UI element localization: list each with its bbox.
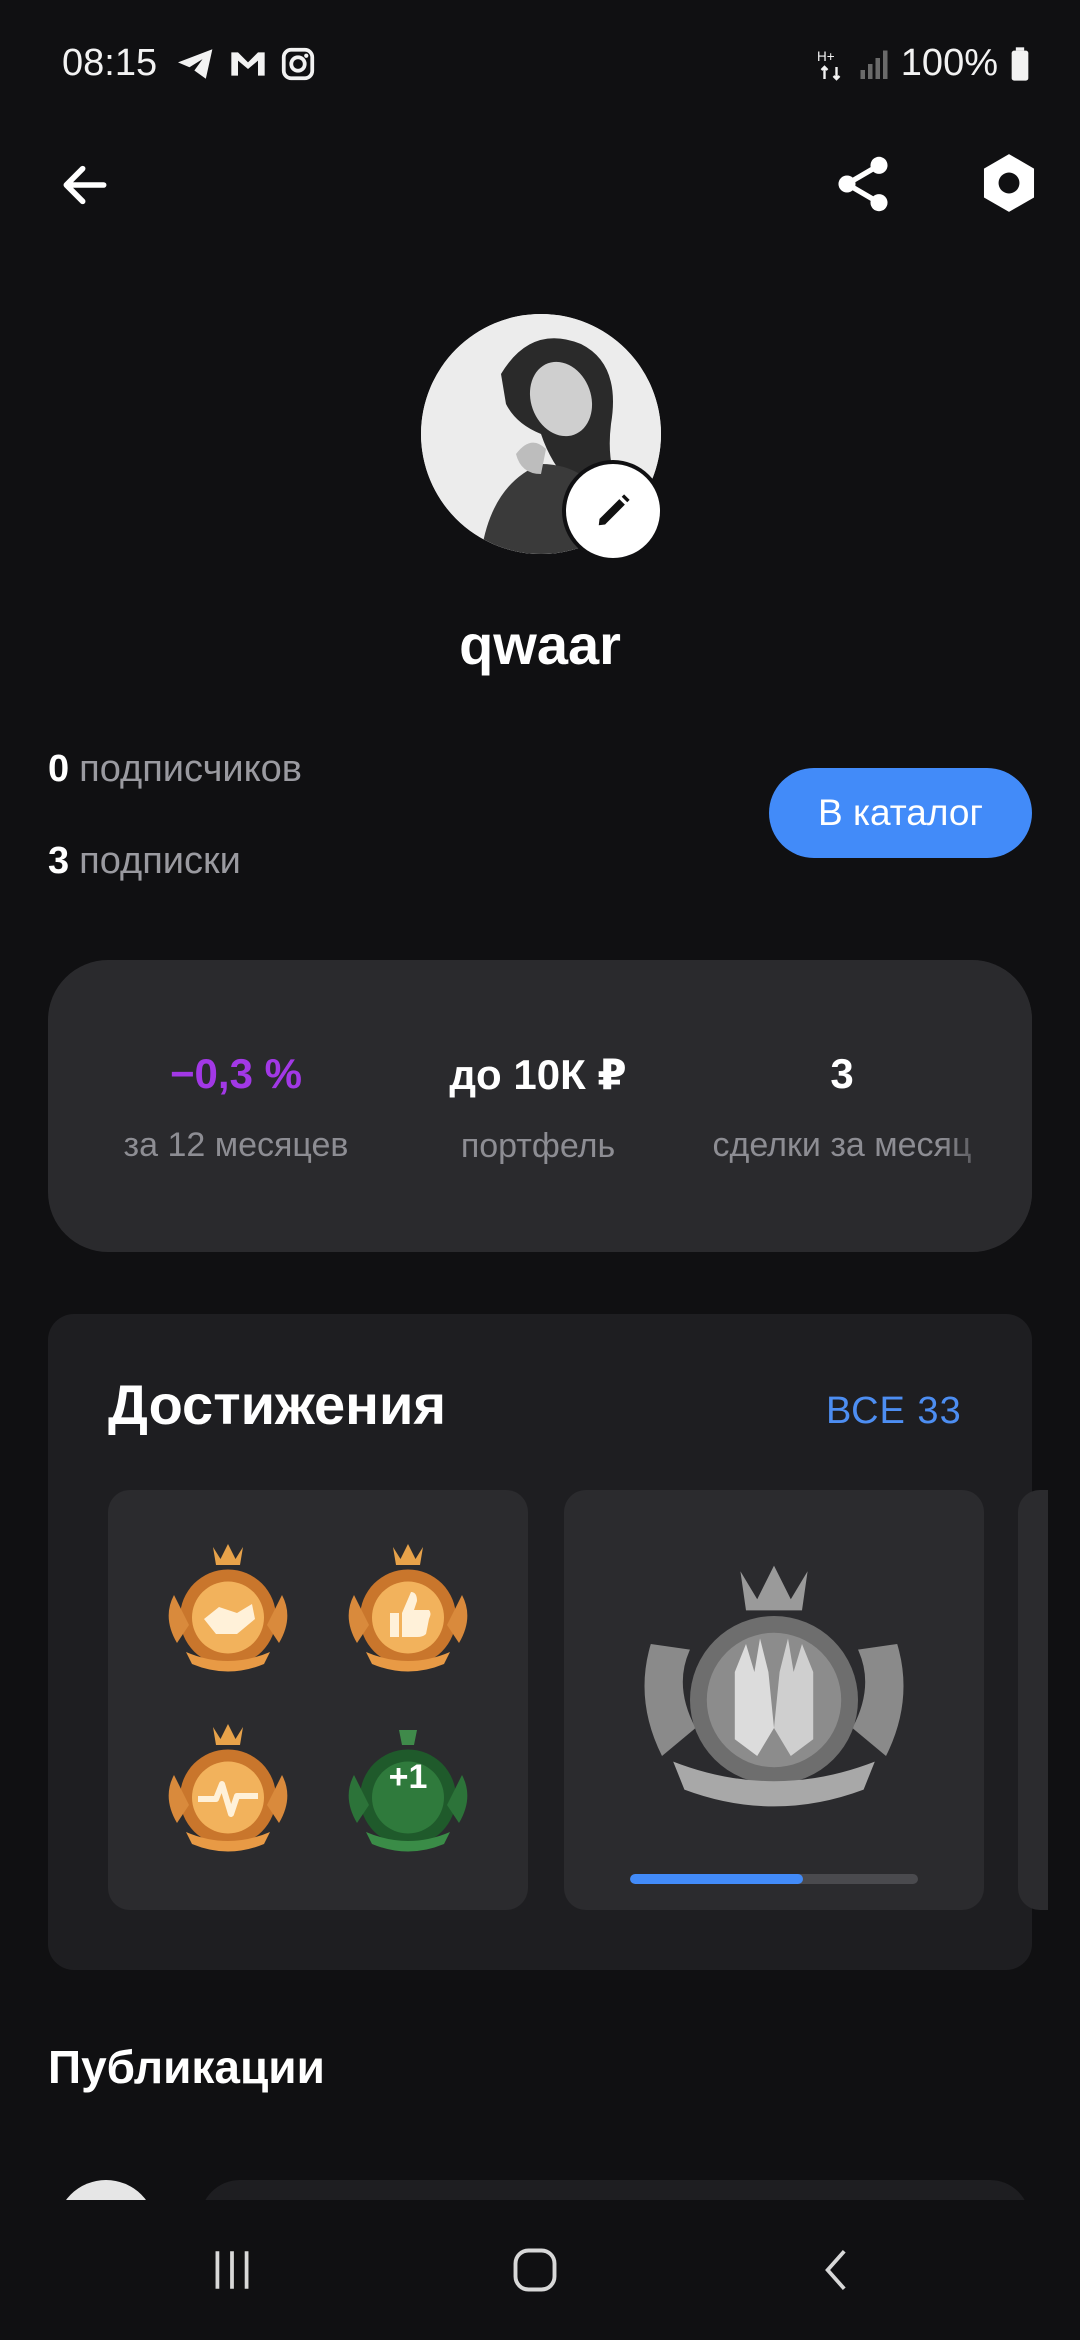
signal-icon <box>860 50 888 79</box>
achievements-title: Достижения <box>108 1373 447 1436</box>
telegram-icon <box>178 49 213 79</box>
stat-portfolio-label: портфель <box>460 1127 616 1165</box>
thumbs-up-badge-icon <box>348 1544 468 1672</box>
recent-apps-button[interactable] <box>177 2230 287 2310</box>
pencil-icon <box>598 494 630 526</box>
chevron-left-icon <box>825 2250 846 2290</box>
handshake-badge-icon <box>168 1544 288 1672</box>
instagram-icon <box>281 47 315 81</box>
gear-icon <box>983 154 1035 212</box>
achievement-group-tile[interactable]: +1 <box>108 1490 528 1910</box>
status-time: 08:15 <box>62 42 158 84</box>
achievements-all-link[interactable]: ВСЕ 33 <box>826 1390 962 1433</box>
settings-button[interactable] <box>970 144 1048 222</box>
achievement-next-tile-peek[interactable] <box>1018 1490 1048 1910</box>
back-button[interactable] <box>50 150 120 220</box>
stat-portfolio: до 10К ₽ портфель <box>388 1050 688 1166</box>
following-label: подписки <box>79 840 241 882</box>
recent-apps-icon <box>215 2251 249 2289</box>
followers-count: 0 <box>48 748 70 790</box>
following-link[interactable]: 3 подписки <box>48 840 241 883</box>
battery-text: 100% <box>900 42 998 84</box>
extra-badges-count: +1 <box>388 1758 428 1796</box>
share-icon <box>838 156 888 212</box>
system-back-button[interactable] <box>783 2230 893 2310</box>
arrow-left-icon <box>63 165 107 205</box>
mobile-data-icon: H+ <box>817 49 841 81</box>
home-icon <box>513 2248 557 2292</box>
home-button[interactable] <box>480 2230 590 2310</box>
achievement-progress-tile[interactable] <box>564 1490 984 1910</box>
achievement-progress-bar <box>630 1874 918 1884</box>
share-button[interactable] <box>825 146 901 222</box>
notification-icons <box>176 46 316 82</box>
achievement-progress-fill <box>630 1874 803 1884</box>
stat-portfolio-value: до 10К ₽ <box>449 1051 627 1098</box>
following-count: 3 <box>48 840 70 882</box>
stat-return-value: −0,3 % <box>170 1050 302 1097</box>
stat-return-label: за 12 месяцев <box>123 1126 349 1164</box>
catalog-button[interactable]: В каталог <box>769 768 1032 858</box>
pulse-badge-icon <box>168 1724 288 1852</box>
battery-icon <box>1011 46 1029 81</box>
stats-card[interactable]: −0,3 % за 12 месяцев до 10К ₽ портфель 3… <box>48 960 1032 1252</box>
publications-title: Публикации <box>48 2041 325 2093</box>
edit-avatar-button[interactable] <box>566 464 660 558</box>
stat-return: −0,3 % за 12 месяцев <box>86 1050 386 1165</box>
stats-fade <box>942 960 1032 1252</box>
gmail-icon <box>231 52 265 76</box>
gloves-badge-icon <box>644 1565 904 1807</box>
followers-link[interactable]: 0 подписчиков <box>48 748 302 791</box>
status-right: H+ 100% <box>817 42 1030 85</box>
svg-text:H+: H+ <box>817 49 835 64</box>
followers-label: подписчиков <box>79 748 302 790</box>
username: qwaar <box>459 613 621 676</box>
